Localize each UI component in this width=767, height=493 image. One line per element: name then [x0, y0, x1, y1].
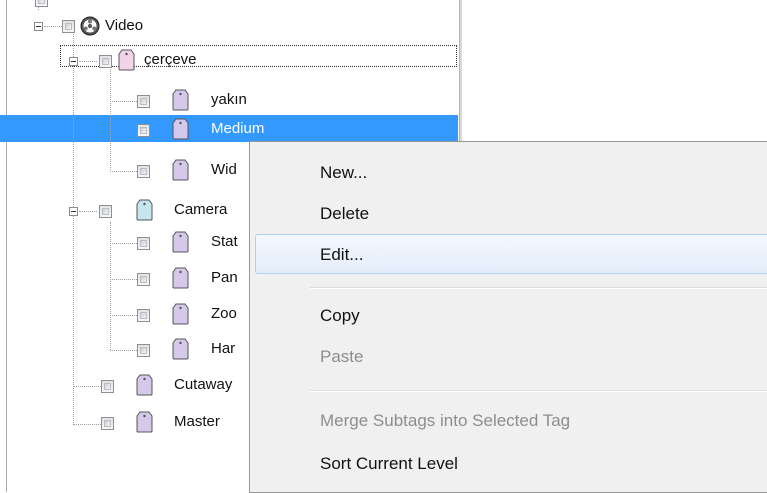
tree-checkbox[interactable] — [101, 380, 114, 393]
tree-node-label: yakın — [211, 91, 247, 108]
menu-item-edit[interactable]: Edit... — [320, 244, 363, 266]
tag-icon — [136, 374, 153, 396]
tree-node-label: Camera — [174, 201, 228, 218]
tree-node-label: Cutaway — [174, 376, 233, 393]
tree-node-yakin[interactable]: yakın — [0, 89, 460, 113]
tree-checkbox[interactable] — [35, 0, 48, 7]
menu-item-delete[interactable]: Delete — [320, 203, 369, 225]
collapse-toggle[interactable] — [34, 22, 43, 31]
tree-checkbox[interactable] — [137, 237, 150, 250]
tag-icon — [172, 159, 189, 181]
collapse-toggle[interactable] — [69, 207, 78, 216]
tag-icon — [172, 267, 189, 289]
menu-item-new[interactable]: New... — [320, 162, 367, 184]
tree-node-label: Video — [105, 17, 144, 34]
tree-node-medium[interactable]: Medium — [0, 118, 460, 142]
tree-node-label: Har — [211, 340, 236, 357]
tree-node-label: Zoo — [211, 305, 237, 322]
tree-checkbox[interactable] — [137, 95, 150, 108]
tree-checkbox[interactable] — [101, 417, 114, 430]
tag-icon — [136, 199, 153, 221]
tree-checkbox[interactable] — [137, 273, 150, 286]
tree-checkbox[interactable] — [137, 309, 150, 322]
menu-item-paste[interactable]: Paste — [320, 346, 363, 368]
tree-node-label: Pan — [211, 269, 238, 286]
menu-item-merge-subtags[interactable]: Merge Subtags into Selected Tag — [320, 410, 570, 432]
tree-node-label: Wid — [211, 161, 237, 178]
menu-item-copy[interactable]: Copy — [320, 305, 360, 327]
menu-item-sort-current-level[interactable]: Sort Current Level — [320, 453, 458, 475]
tree-checkbox[interactable] — [137, 124, 150, 137]
menu-separator — [310, 287, 767, 289]
tree-checkbox[interactable] — [99, 55, 112, 68]
tree-checkbox[interactable] — [137, 344, 150, 357]
tree-node-label: Master — [174, 413, 220, 430]
tree-node-label: Medium — [211, 120, 265, 137]
tree-node-cerceve[interactable]: çerçeve — [0, 49, 460, 73]
tag-icon — [118, 49, 135, 71]
tree-checkbox[interactable] — [137, 165, 150, 178]
collapse-toggle[interactable] — [69, 57, 78, 66]
tag-icon — [172, 231, 189, 253]
tree-node-video[interactable]: Video — [0, 14, 460, 38]
tag-icon — [172, 118, 189, 140]
tag-icon — [136, 411, 153, 433]
tree-node-label: Stat — [211, 233, 238, 250]
tag-icon — [172, 338, 189, 360]
tree-node-label: çerçeve — [144, 51, 197, 68]
tree-checkbox[interactable] — [62, 20, 75, 33]
film-reel-icon — [80, 16, 100, 36]
context-menu: New... Delete Edit... Copy Paste Merge S… — [249, 141, 767, 493]
tag-icon — [172, 89, 189, 111]
tag-icon — [172, 303, 189, 325]
tree-checkbox[interactable] — [99, 205, 112, 218]
menu-separator — [310, 390, 767, 392]
